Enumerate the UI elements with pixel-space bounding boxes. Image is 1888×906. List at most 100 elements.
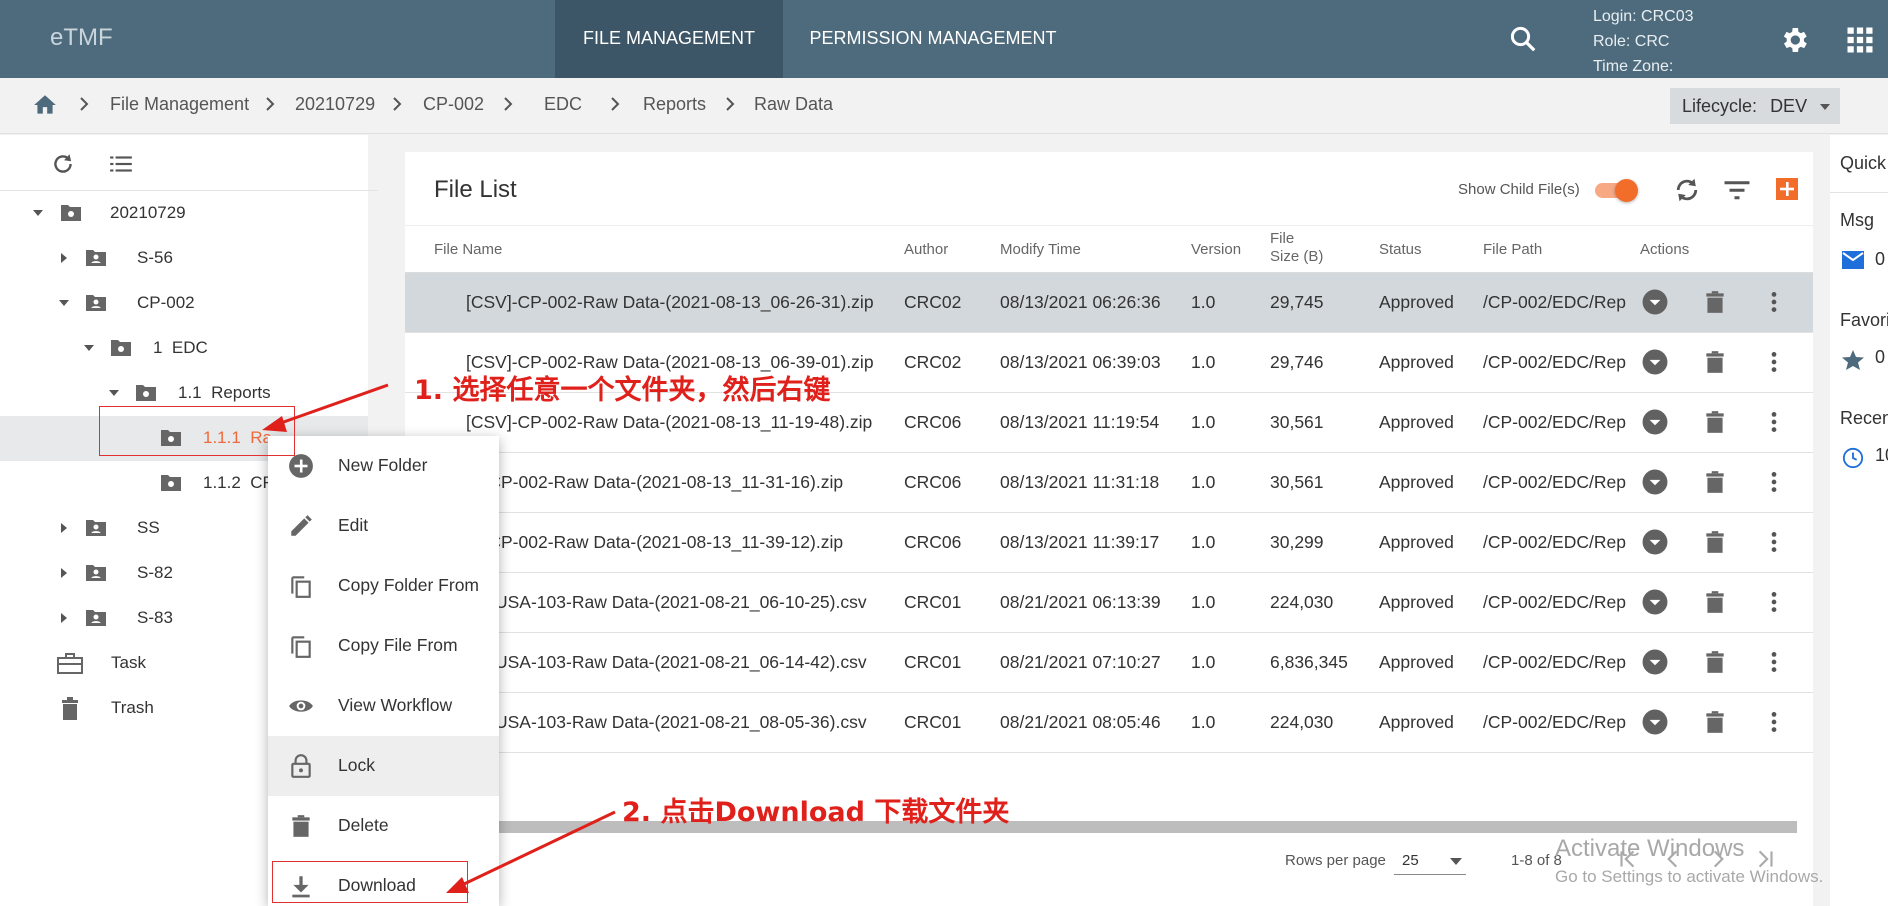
tree-node-cp-002[interactable]: CP-002 bbox=[0, 281, 368, 326]
toggle-knob bbox=[1615, 179, 1638, 202]
col-file-path[interactable]: File Path bbox=[1483, 241, 1542, 258]
more-vert-icon[interactable] bbox=[1761, 529, 1787, 555]
settings-folder-icon bbox=[161, 475, 181, 491]
breadcrumb-edc[interactable]: EDC bbox=[544, 94, 582, 115]
menu-label: View Workflow bbox=[338, 695, 453, 715]
cell-file-name: [CSV]-CP-002-Raw Data-(2021-08-13_06-26-… bbox=[466, 292, 874, 312]
app-logo[interactable]: eTMF bbox=[50, 24, 113, 52]
gear-icon[interactable] bbox=[1778, 24, 1810, 56]
more-vert-icon[interactable] bbox=[1761, 649, 1787, 675]
add-file-icon[interactable] bbox=[1775, 177, 1799, 201]
dropdown-circle-icon[interactable] bbox=[1642, 589, 1668, 615]
annotation-step-2: 2. 点击Download 下载文件夹 bbox=[622, 797, 1010, 828]
rows-per-page-label: Rows per page bbox=[1285, 852, 1386, 869]
sync-icon[interactable] bbox=[1672, 175, 1702, 205]
chevron-right-icon bbox=[393, 97, 402, 111]
chevron-right-icon bbox=[611, 97, 620, 111]
trash-icon[interactable] bbox=[1702, 409, 1728, 435]
activate-windows-subtitle: Go to Settings to activate Windows. bbox=[1555, 867, 1824, 886]
caret-down-icon[interactable] bbox=[83, 342, 95, 354]
more-vert-icon[interactable] bbox=[1761, 409, 1787, 435]
caret-right-icon[interactable] bbox=[58, 567, 70, 579]
dropdown-circle-icon[interactable] bbox=[1642, 649, 1668, 675]
table-row[interactable]: V]-CP-002-Raw Data-(2021-08-13_11-39-12)… bbox=[405, 513, 1813, 573]
table-row[interactable]: USA-103-Raw Data-(2021-08-21_06-14-42).c… bbox=[405, 633, 1813, 693]
caret-right-icon[interactable] bbox=[58, 252, 70, 264]
chevron-right-icon bbox=[266, 97, 275, 111]
dropdown-circle-icon[interactable] bbox=[1642, 469, 1668, 495]
menu-edit[interactable]: Edit bbox=[268, 496, 499, 556]
tree-node-s-56[interactable]: S-56 bbox=[0, 236, 368, 281]
table-row[interactable]: USA-103-Raw Data-(2021-08-21_08-05-36).c… bbox=[405, 693, 1813, 753]
trash-icon[interactable] bbox=[1702, 469, 1728, 495]
menu-delete[interactable]: Delete bbox=[268, 796, 499, 856]
more-vert-icon[interactable] bbox=[1761, 709, 1787, 735]
search-icon[interactable] bbox=[1508, 24, 1538, 54]
col-modify-time[interactable]: Modify Time bbox=[1000, 241, 1081, 258]
more-vert-icon[interactable] bbox=[1761, 349, 1787, 375]
col-version[interactable]: Version bbox=[1191, 241, 1241, 258]
breadcrumb-file-management[interactable]: File Management bbox=[110, 94, 249, 115]
cell-version: 1.0 bbox=[1191, 532, 1216, 552]
clock-icon[interactable] bbox=[1842, 447, 1864, 469]
col-author[interactable]: Author bbox=[904, 241, 948, 258]
more-vert-icon[interactable] bbox=[1761, 589, 1787, 615]
cell-file-path: /CP-002/EDC/Rep bbox=[1483, 352, 1626, 372]
cell-author: CRC01 bbox=[904, 592, 962, 612]
table-row[interactable]: V]-CP-002-Raw Data-(2021-08-13_11-31-16)… bbox=[405, 453, 1813, 513]
dropdown-circle-icon[interactable] bbox=[1642, 709, 1668, 735]
more-vert-icon[interactable] bbox=[1761, 469, 1787, 495]
col-file-name[interactable]: File Name bbox=[434, 241, 502, 258]
trash-icon[interactable] bbox=[1702, 589, 1728, 615]
filter-icon[interactable] bbox=[1722, 175, 1752, 205]
rows-per-page-select[interactable]: 25 bbox=[1394, 849, 1466, 875]
trash-icon[interactable] bbox=[1702, 349, 1728, 375]
breadcrumb-cp-002[interactable]: CP-002 bbox=[423, 94, 484, 115]
table-row[interactable]: USA-103-Raw Data-(2021-08-21_06-10-25).c… bbox=[405, 573, 1813, 633]
home-icon[interactable] bbox=[32, 92, 58, 118]
caret-right-icon[interactable] bbox=[58, 612, 70, 624]
star-icon[interactable] bbox=[1841, 349, 1865, 371]
menu-copy-folder-from[interactable]: Copy Folder From bbox=[268, 556, 499, 616]
caret-down-icon[interactable] bbox=[32, 207, 44, 219]
trash-icon[interactable] bbox=[1702, 289, 1728, 315]
tree-node-20210729[interactable]: 20210729 bbox=[0, 191, 368, 236]
cell-file-size: 30,299 bbox=[1270, 532, 1324, 552]
mail-icon[interactable] bbox=[1842, 251, 1864, 269]
cell-author: CRC01 bbox=[904, 652, 962, 672]
chevron-right-icon bbox=[726, 97, 735, 111]
lifecycle-select[interactable]: Lifecycle: DEV bbox=[1670, 88, 1840, 124]
refresh-icon[interactable] bbox=[50, 151, 76, 177]
dropdown-circle-icon[interactable] bbox=[1642, 409, 1668, 435]
shared-folder-icon bbox=[86, 610, 106, 626]
breadcrumb-reports[interactable]: Reports bbox=[643, 94, 706, 115]
tab-file-management[interactable]: FILE MANAGEMENT bbox=[555, 0, 783, 78]
caret-right-icon[interactable] bbox=[58, 522, 70, 534]
menu-lock[interactable]: Lock bbox=[268, 736, 499, 796]
col-status[interactable]: Status bbox=[1379, 241, 1422, 258]
col-file-size[interactable]: File Size (B) bbox=[1270, 230, 1323, 266]
menu-copy-file-from[interactable]: Copy File From bbox=[268, 616, 499, 676]
menu-view-workflow[interactable]: View Workflow bbox=[268, 676, 499, 736]
dropdown-circle-icon[interactable] bbox=[1642, 349, 1668, 375]
menu-new-folder[interactable]: New Folder bbox=[268, 436, 499, 496]
dropdown-circle-icon[interactable] bbox=[1642, 289, 1668, 315]
dropdown-circle-icon[interactable] bbox=[1642, 529, 1668, 555]
table-row[interactable]: [CSV]-CP-002-Raw Data-(2021-08-13_06-26-… bbox=[405, 273, 1813, 333]
cell-file-size: 224,030 bbox=[1270, 712, 1334, 732]
more-vert-icon[interactable] bbox=[1761, 289, 1787, 315]
show-child-files-toggle[interactable] bbox=[1593, 179, 1639, 202]
tab-permission-management[interactable]: PERMISSION MANAGEMENT bbox=[783, 0, 1083, 78]
trash-icon[interactable] bbox=[1702, 709, 1728, 735]
cell-file-name: V]-CP-002-Raw Data-(2021-08-13_11-31-16)… bbox=[466, 472, 844, 492]
caret-down-icon[interactable] bbox=[108, 387, 120, 399]
list-icon[interactable] bbox=[108, 151, 134, 177]
cell-file-size: 29,745 bbox=[1270, 292, 1324, 312]
trash-icon[interactable] bbox=[1702, 649, 1728, 675]
apps-grid-icon[interactable] bbox=[1845, 25, 1875, 55]
cell-author: CRC01 bbox=[904, 712, 962, 732]
breadcrumb-20210729[interactable]: 20210729 bbox=[295, 94, 375, 115]
tree-node-edc[interactable]: 1 EDC bbox=[0, 326, 368, 371]
trash-icon[interactable] bbox=[1702, 529, 1728, 555]
caret-down-icon[interactable] bbox=[58, 297, 70, 309]
